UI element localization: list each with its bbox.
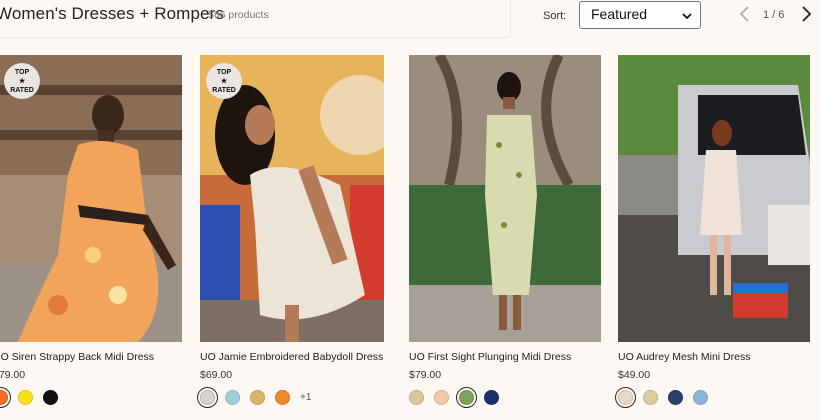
top-rated-badge: TOP ★ RATED [4,63,40,99]
color-swatches: +1 [200,387,311,407]
product-photo [618,55,810,342]
top-rated-badge: TOP ★ RATED [206,63,242,99]
pagination-text: 1 / 6 [763,9,785,21]
product-count: 566 products [208,9,269,21]
sort-select-value: Featured [591,6,648,22]
color-swatch[interactable] [693,389,708,405]
product-price: $79.00 [409,369,442,381]
product-photo [409,55,601,342]
product-name[interactable]: UO Jamie Embroidered Babydoll Dress [200,351,383,363]
color-swatch[interactable] [225,389,240,405]
product-image[interactable]: TOP ★ RATED [200,55,384,342]
color-swatch[interactable] [668,389,683,405]
badge-line-rated: RATED [212,86,236,94]
product-price: $49.00 [618,369,651,381]
product-card[interactable]: TOP ★ RATED UO Jamie Embroidered Babydol… [200,55,384,405]
color-swatch[interactable] [643,389,658,405]
color-swatch[interactable] [250,389,265,405]
star-icon: ★ [220,77,228,85]
product-image[interactable] [409,55,601,342]
color-swatch[interactable] [459,389,474,405]
color-swatch[interactable] [200,389,215,405]
color-swatch[interactable] [484,389,499,405]
page-title: Women's Dresses + Rompers [0,4,224,23]
product-name[interactable]: UO Audrey Mesh Mini Dress [618,351,750,363]
chevron-right-icon[interactable] [797,4,815,24]
product-card[interactable]: TOP ★ RATED UO Siren Strappy Back Midi D… [0,55,182,405]
product-price: $69.00 [200,369,233,381]
product-image[interactable]: TOP ★ RATED [0,55,182,342]
badge-line-top: TOP [14,68,30,76]
color-swatch[interactable] [409,389,424,405]
sort-label: Sort: [543,10,567,22]
color-swatch[interactable] [18,389,33,405]
color-swatch[interactable] [275,389,290,405]
sort-select[interactable]: Featured [579,1,701,29]
color-swatch[interactable] [0,389,8,405]
badge-line-rated: RATED [10,86,34,94]
product-image[interactable] [618,55,810,342]
star-icon: ★ [18,77,26,85]
product-card[interactable]: UO Audrey Mesh Mini Dress $49.00 [618,55,810,405]
collection-header: Women's Dresses + Rompers 566 products S… [0,0,820,40]
product-name[interactable]: UO Siren Strappy Back Midi Dress [0,351,154,363]
more-colors-count[interactable]: +1 [300,392,311,403]
product-name[interactable]: UO First Sight Plunging Midi Dress [409,351,571,363]
color-swatches [409,387,509,407]
badge-line-top: TOP [216,68,232,76]
color-swatches [618,387,718,407]
chevron-left-icon[interactable] [736,4,754,24]
color-swatch[interactable] [618,389,633,405]
chevron-down-icon [682,13,692,20]
product-card[interactable]: UO First Sight Plunging Midi Dress $79.0… [409,55,601,405]
color-swatch[interactable] [43,389,58,405]
color-swatch[interactable] [434,389,449,405]
product-price: $79.00 [0,369,26,381]
color-swatches [0,387,68,407]
